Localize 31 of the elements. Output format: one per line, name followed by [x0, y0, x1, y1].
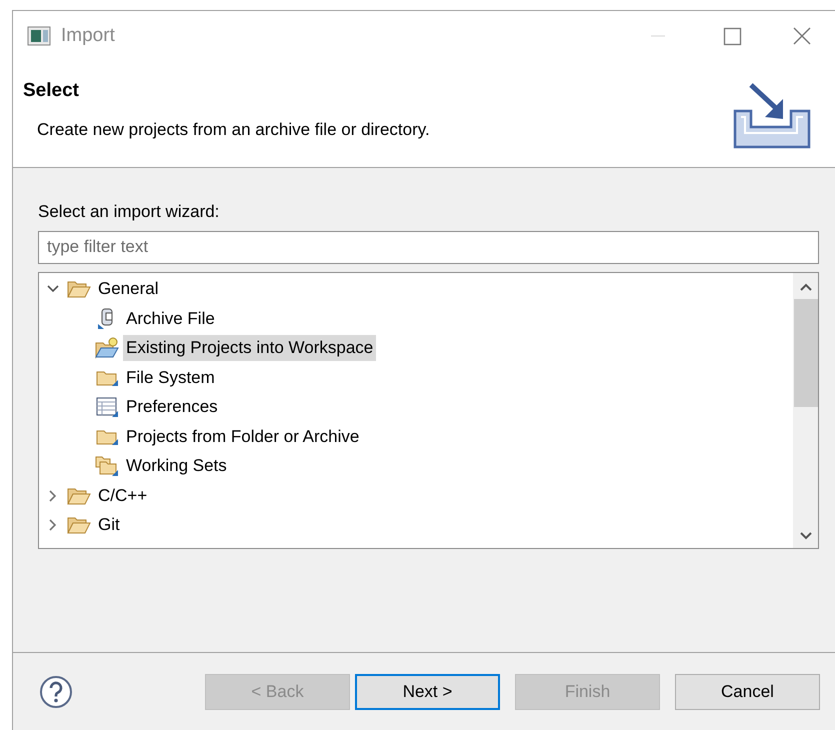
- tree-item[interactable]: Projects from Folder or Archive: [123, 424, 362, 450]
- dialog-button[interactable]: Next >: [355, 674, 500, 710]
- folders-icon: [95, 455, 119, 478]
- tree-item[interactable]: C/C++: [95, 482, 150, 509]
- tree-item[interactable]: General: [95, 276, 162, 302]
- window-app-icon: [27, 26, 51, 46]
- wizard-list-label: Select an import wizard:: [38, 201, 220, 223]
- open-folder-icon: [67, 486, 91, 506]
- collapse-chevron-icon[interactable]: [47, 519, 59, 532]
- tree-item[interactable]: Archive File: [123, 306, 218, 332]
- dialog-button[interactable]: Cancel: [675, 674, 820, 710]
- tree-item[interactable]: Preferences: [123, 394, 221, 420]
- scrollbar-thumb[interactable]: [794, 298, 818, 406]
- tree-item[interactable]: File System: [123, 364, 218, 391]
- scroll-down-icon[interactable]: [800, 532, 812, 540]
- scroll-up-icon[interactable]: [800, 282, 812, 290]
- tree-item[interactable]: Existing Projects into Workspace: [123, 335, 376, 362]
- collapse-chevron-icon[interactable]: [47, 490, 59, 502]
- page-description: Create new projects from an archive file or directory.: [37, 118, 431, 140]
- open-folder-icon: [67, 515, 91, 536]
- tree-item[interactable]: Working Sets: [123, 453, 230, 480]
- tree-item[interactable]: Git: [95, 512, 123, 538]
- filter-field[interactable]: type filter text: [38, 230, 819, 264]
- import-tray-icon: [731, 81, 813, 151]
- window-title: Import: [61, 24, 115, 48]
- page-title: Select: [23, 79, 80, 103]
- vertical-scrollbar[interactable]: [793, 272, 818, 548]
- open-folder-icon: [67, 279, 91, 300]
- folder-add-icon: [95, 337, 119, 360]
- table-icon: [95, 396, 119, 418]
- help-icon[interactable]: [39, 674, 73, 708]
